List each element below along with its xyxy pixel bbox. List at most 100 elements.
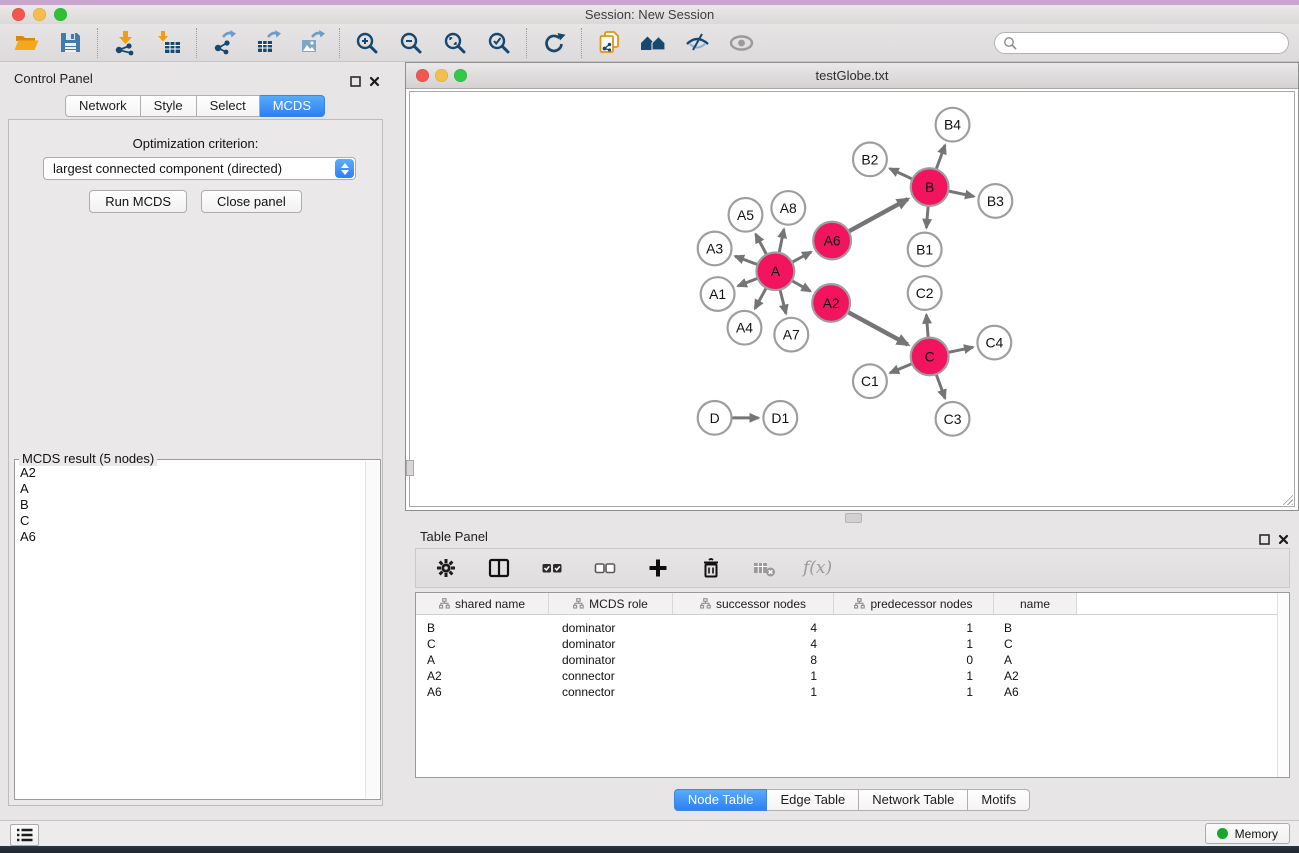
graph-edge-B-B3[interactable] — [948, 191, 974, 196]
table-cell[interactable]: 1 — [834, 669, 994, 683]
mcds-result-item[interactable]: A2 — [20, 465, 361, 481]
table-cell[interactable]: A6 — [994, 685, 1077, 699]
table-settings-button[interactable] — [432, 554, 460, 582]
select-all-columns-button[interactable] — [538, 554, 566, 582]
table-cell[interactable]: 4 — [673, 637, 834, 651]
table-cell[interactable]: C — [416, 637, 549, 651]
table-tab-network-table[interactable]: Network Table — [859, 789, 968, 811]
close-panel-icon[interactable] — [369, 74, 380, 92]
table-cell[interactable]: B — [994, 621, 1077, 635]
graph-edge-B-B1[interactable] — [926, 206, 928, 228]
zoom-fit-button[interactable] — [441, 29, 469, 57]
save-session-button[interactable] — [56, 29, 84, 57]
refresh-layout-button[interactable] — [540, 29, 568, 57]
clone-network-button[interactable] — [595, 29, 623, 57]
table-row[interactable]: A6connector11A6 — [416, 684, 1289, 700]
float-panel-icon[interactable] — [350, 74, 361, 92]
graph-edge-A-A1[interactable] — [738, 278, 758, 286]
function-builder-button[interactable]: f(x) — [803, 558, 832, 578]
tab-mcds[interactable]: MCDS — [260, 95, 325, 117]
graph-edge-C-C2[interactable] — [926, 315, 928, 338]
table-tab-edge-table[interactable]: Edge Table — [767, 789, 859, 811]
export-network-button[interactable] — [210, 29, 238, 57]
column-header-successor-nodes[interactable]: successor nodes — [673, 593, 834, 614]
table-cell[interactable]: 1 — [834, 685, 994, 699]
show-columns-button[interactable] — [485, 554, 513, 582]
network-canvas[interactable]: B4B2BB3A5A8A6A3AB1A1C2A2A4A7CC4C1C3DD1 — [409, 91, 1295, 507]
zoom-window-button[interactable] — [54, 8, 67, 21]
graph-edge-A-A7[interactable] — [780, 290, 786, 314]
graph-edge-C-C4[interactable] — [948, 347, 973, 352]
table-cell[interactable]: 0 — [834, 653, 994, 667]
zoom-in-button[interactable] — [353, 29, 381, 57]
import-table-button[interactable] — [155, 29, 183, 57]
column-header-shared-name[interactable]: shared name — [416, 593, 549, 614]
network-close-button[interactable] — [416, 69, 429, 82]
graph-edge-A2-C[interactable] — [848, 312, 908, 345]
network-zoom-button[interactable] — [454, 69, 467, 82]
table-cell[interactable]: 1 — [834, 637, 994, 651]
table-cell[interactable]: A6 — [416, 685, 549, 699]
table-cell[interactable]: 4 — [673, 621, 834, 635]
table-tab-motifs[interactable]: Motifs — [968, 789, 1030, 811]
table-row[interactable]: Bdominator41B — [416, 620, 1289, 636]
criterion-dropdown[interactable]: largest connected component (directed) — [43, 157, 356, 180]
export-image-button[interactable] — [298, 29, 326, 57]
table-scrollbar[interactable] — [1277, 593, 1289, 777]
mcds-result-item[interactable]: A6 — [20, 529, 361, 545]
graph-edge-B-B2[interactable] — [890, 169, 913, 180]
graph-edge-C-C1[interactable] — [890, 364, 912, 373]
table-cell[interactable]: B — [416, 621, 549, 635]
table-cell[interactable]: A — [994, 653, 1077, 667]
close-panel-button[interactable]: Close panel — [201, 190, 302, 213]
open-session-button[interactable] — [12, 29, 40, 57]
table-cell[interactable]: dominator — [549, 637, 673, 651]
table-row[interactable]: A2connector11A2 — [416, 668, 1289, 684]
import-network-button[interactable] — [111, 29, 139, 57]
deselect-all-columns-button[interactable] — [591, 554, 619, 582]
mcds-result-item[interactable]: C — [20, 513, 361, 529]
mcds-result-list[interactable]: A2ABCA6 — [16, 463, 365, 798]
network-minimize-button[interactable] — [435, 69, 448, 82]
column-header-predecessor-nodes[interactable]: predecessor nodes — [834, 593, 994, 614]
result-scrollbar[interactable] — [365, 461, 379, 798]
table-cell[interactable]: dominator — [549, 621, 673, 635]
graph-edge-A-A3[interactable] — [735, 256, 758, 264]
graph-edge-C-C3[interactable] — [936, 374, 945, 398]
graph-edge-A-A6[interactable] — [792, 252, 811, 262]
first-neighbors-button[interactable] — [639, 29, 667, 57]
run-mcds-button[interactable]: Run MCDS — [89, 190, 187, 213]
graph-edge-A-A5[interactable] — [756, 234, 767, 255]
mcds-result-item[interactable]: B — [20, 497, 361, 513]
graph-edge-B-B4[interactable] — [936, 145, 945, 169]
table-cell[interactable]: 8 — [673, 653, 834, 667]
table-cell[interactable]: 1 — [673, 669, 834, 683]
column-header-mcds-role[interactable]: MCDS role — [549, 593, 673, 614]
column-header-name[interactable]: name — [994, 593, 1077, 614]
mcds-result-item[interactable]: A — [20, 481, 361, 497]
show-details-button[interactable] — [727, 29, 755, 57]
table-cell[interactable]: A2 — [994, 669, 1077, 683]
zoom-out-button[interactable] — [397, 29, 425, 57]
table-cell[interactable]: 1 — [834, 621, 994, 635]
tab-network[interactable]: Network — [65, 95, 141, 117]
table-row[interactable]: Adominator80A — [416, 652, 1289, 668]
graph-edge-A-A4[interactable] — [755, 288, 766, 309]
memory-button[interactable]: Memory — [1205, 823, 1290, 844]
table-cell[interactable]: dominator — [549, 653, 673, 667]
table-cell[interactable]: connector — [549, 669, 673, 683]
hide-details-button[interactable] — [683, 29, 711, 57]
table-cell[interactable]: A2 — [416, 669, 549, 683]
delete-table-button[interactable] — [750, 554, 778, 582]
graph-edge-A-A8[interactable] — [779, 229, 784, 253]
search-input[interactable] — [1022, 34, 1280, 51]
delete-column-button[interactable] — [697, 554, 725, 582]
table-cell[interactable]: 1 — [673, 685, 834, 699]
table-cell[interactable]: connector — [549, 685, 673, 699]
minimize-window-button[interactable] — [33, 8, 46, 21]
table-row[interactable]: Cdominator41C — [416, 636, 1289, 652]
tab-select[interactable]: Select — [197, 95, 260, 117]
graph-edge-A-A2[interactable] — [792, 281, 811, 292]
table-cell[interactable]: C — [994, 637, 1077, 651]
table-tab-node-table[interactable]: Node Table — [674, 789, 768, 811]
